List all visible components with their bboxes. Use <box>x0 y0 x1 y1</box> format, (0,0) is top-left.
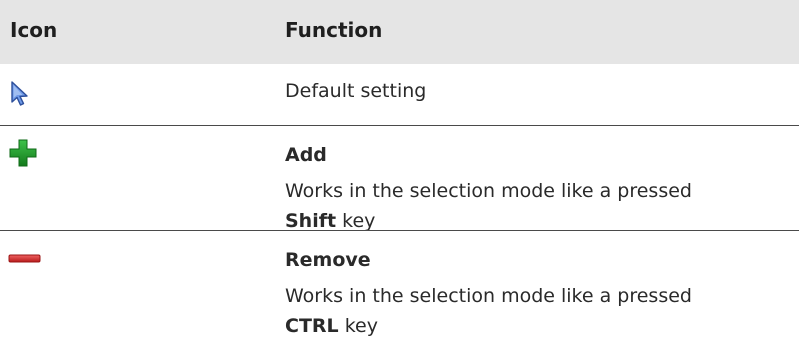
key-name: CTRL <box>285 315 339 337</box>
table-row: Add Works in the selection mode like a p… <box>0 126 799 232</box>
function-description: Works in the selection mode like a press… <box>285 285 692 337</box>
column-header-icon: Icon <box>10 18 58 42</box>
table-row: Remove Works in the selection mode like … <box>0 231 799 351</box>
table-row: Default setting <box>0 64 799 126</box>
function-title: Add <box>285 144 327 166</box>
table-header: Icon Function <box>0 0 799 64</box>
key-name: Shift <box>285 210 337 232</box>
plus-icon <box>8 138 38 173</box>
function-cell: Add Works in the selection mode like a p… <box>285 140 795 236</box>
column-header-function: Function <box>285 18 383 42</box>
icon-function-table: Icon Function Default setting Add Works … <box>0 0 799 351</box>
pointer-arrow-icon <box>8 80 32 113</box>
minus-icon <box>8 248 42 270</box>
function-cell: Remove Works in the selection mode like … <box>285 245 795 341</box>
function-text: Default setting <box>285 80 427 102</box>
function-title: Remove <box>285 249 371 271</box>
function-cell: Default setting <box>285 76 795 106</box>
function-description: Works in the selection mode like a press… <box>285 180 692 232</box>
